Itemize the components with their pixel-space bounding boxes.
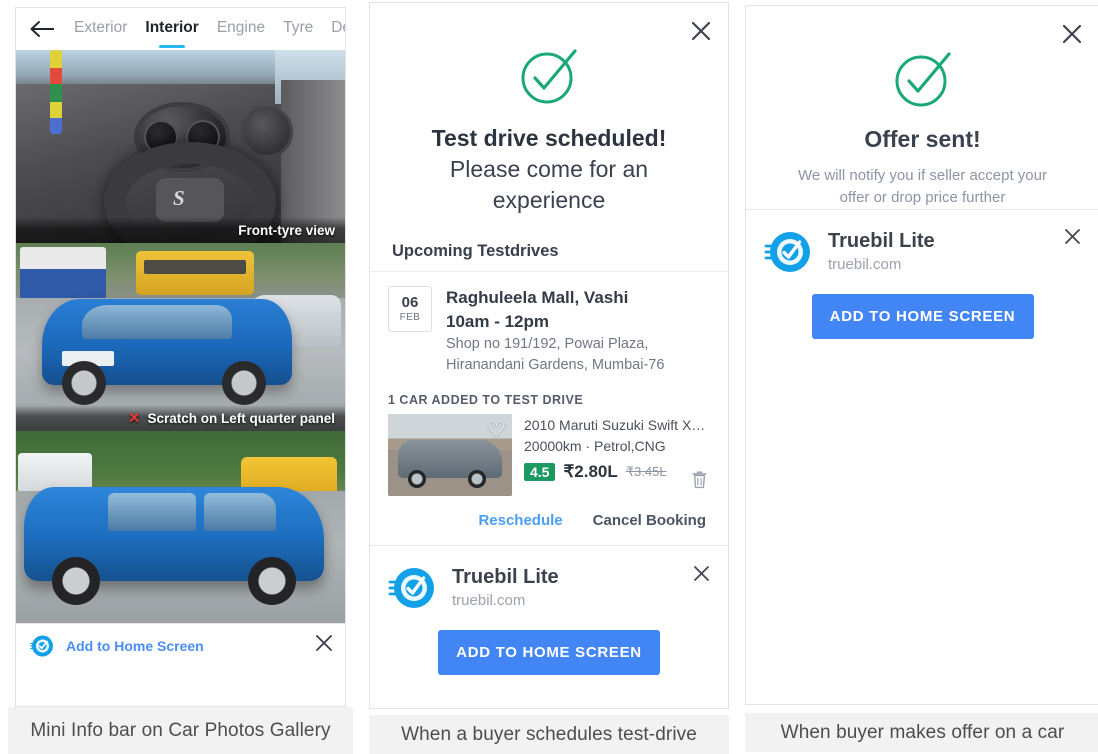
tab-engine[interactable]: Engine: [217, 19, 265, 39]
banner-app-text: Truebil Lite truebil.com: [452, 565, 559, 611]
close-icon[interactable]: [687, 17, 715, 45]
testdrive-actions: Reschedule Cancel Booking: [370, 496, 728, 545]
dialog-subtitle-line2: offer or drop price further: [839, 188, 1006, 206]
add-to-home-screen-button[interactable]: ADD TO HOME SCREEN: [811, 293, 1034, 339]
tab-tyre[interactable]: Tyre: [283, 19, 313, 39]
truebil-logo-icon: [764, 228, 812, 276]
gallery-tab-bar: Exterior Interior Engine Tyre Den: [16, 8, 345, 50]
banner-app-row: Truebil Lite truebil.com: [764, 228, 1081, 276]
photo-caption-2: ✕ Scratch on Left quarter panel: [16, 405, 345, 431]
gallery-photo-rear-quarter[interactable]: [16, 431, 345, 623]
banner-app-name: Truebil Lite: [828, 229, 935, 252]
close-icon[interactable]: [1058, 20, 1086, 48]
banner-app-domain: truebil.com: [828, 255, 902, 273]
date-month: FEB: [399, 311, 421, 323]
truebil-logo-icon: [30, 634, 54, 658]
photo-caption-1: Front-tyre view: [16, 217, 345, 243]
dialog-title-bold: Test drive scheduled!: [431, 125, 667, 151]
gallery-photo-exterior-scratch[interactable]: ✕ Scratch on Left quarter panel: [16, 243, 345, 431]
check-circle-icon: [521, 49, 577, 104]
offer-sent-dialog: Offer sent! We will notify you if seller…: [745, 5, 1098, 705]
front-wheel: [52, 557, 100, 605]
reschedule-button[interactable]: Reschedule: [478, 512, 562, 529]
hanging-ornament: [50, 50, 62, 134]
car-old-price: ₹3.45L: [625, 464, 667, 480]
banner-app-name: Truebil Lite: [452, 566, 559, 589]
screenshot-root: Exterior Interior Engine Tyre Den: [0, 0, 1098, 754]
car-price-row: 4.5 ₹2.80L ₹3.45L: [524, 462, 712, 482]
tab-exterior[interactable]: Exterior: [74, 19, 127, 39]
date-day: 06: [401, 294, 419, 312]
windshield: [82, 305, 232, 339]
close-icon[interactable]: [315, 634, 333, 657]
testdrive-place: Raghuleela Mall, Vashi: [446, 288, 629, 308]
dialog-title: Offer sent!: [864, 126, 981, 152]
check-circle-icon: [895, 52, 951, 107]
car-thumbnail[interactable]: ♡: [388, 414, 512, 497]
rear-wheel: [248, 557, 296, 605]
add-to-home-screen-button[interactable]: ADD TO HOME SCREEN: [438, 630, 660, 676]
panel-3-caption: When buyer makes offer on a car: [745, 713, 1098, 752]
front-wheel: [62, 361, 106, 405]
car-details: 2010 Maruti Suzuki Swift XLI... 20000km …: [524, 414, 712, 496]
testdrive-address-line1: Shop no 191/192, Powai Plaza,: [446, 335, 649, 352]
air-vent: [241, 106, 293, 158]
car-price: ₹2.80L: [563, 462, 618, 482]
infobar-label: Add to Home Screen: [66, 637, 204, 654]
banner-app-row: Truebil Lite truebil.com: [388, 564, 710, 612]
rear-door-window: [204, 493, 276, 531]
rating-badge: 4.5: [524, 463, 556, 482]
close-icon[interactable]: [690, 562, 712, 584]
brand-logo: S: [173, 186, 185, 210]
panel-1-caption: Mini Info bar on Car Photos Gallery: [8, 707, 353, 754]
tab-dents[interactable]: Den: [331, 19, 345, 39]
add-to-home-screen-banner: Truebil Lite truebil.com ADD TO HOME SCR…: [370, 545, 728, 698]
banner-app-text: Truebil Lite truebil.com: [828, 229, 935, 275]
car-name: 2010 Maruti Suzuki Swift XLI...: [524, 417, 712, 434]
testdrive-entry: 06 FEB Raghuleela Mall, Vashi 10am - 12p…: [370, 272, 728, 377]
add-to-home-screen-banner: Truebil Lite truebil.com ADD TO HOME SCR…: [746, 208, 1098, 361]
front-door-window: [108, 493, 196, 531]
gallery-photo-interior[interactable]: S Front-tyre view: [16, 50, 345, 243]
banner-app-domain: truebil.com: [452, 592, 526, 610]
phone-mock-gallery: Exterior Interior Engine Tyre Den: [15, 7, 346, 707]
close-icon[interactable]: [1061, 226, 1083, 248]
car-specs: 20000km · Petrol,CNG: [524, 438, 666, 455]
panel-2-caption: When a buyer schedules test-drive: [369, 715, 729, 754]
back-arrow-icon[interactable]: [30, 19, 56, 39]
photo-caption-text-1: Front-tyre view: [238, 222, 335, 238]
success-check-circle: [746, 6, 1098, 110]
add-to-home-screen-mini-infobar[interactable]: Add to Home Screen: [16, 623, 345, 667]
section-heading-upcoming: Upcoming Testdrives: [392, 242, 559, 261]
cars-added-heading: 1 CAR ADDED TO TEST DRIVE: [388, 393, 584, 408]
heart-icon[interactable]: ♡: [487, 419, 506, 440]
tab-interior[interactable]: Interior: [145, 19, 198, 39]
car-list-item[interactable]: ♡ 2010 Maruti Suzuki Swift XLI... 20000k…: [370, 414, 728, 497]
background-bus: [136, 251, 254, 295]
rear-wheel: [222, 361, 266, 405]
panel-offer-sent: Offer sent! We will notify you if seller…: [745, 0, 1098, 754]
background-truck: [20, 247, 106, 299]
date-badge: 06 FEB: [388, 286, 432, 333]
steering-hub: [156, 178, 224, 222]
testdrive-address-line2: Hiranandani Gardens, Mumbai-76: [446, 357, 665, 374]
truebil-logo-icon: [388, 564, 436, 612]
trash-icon[interactable]: [691, 470, 708, 494]
photo-caption-text-2: Scratch on Left quarter panel: [147, 410, 335, 426]
testdrive-dialog: Test drive scheduled! Please come for an…: [369, 2, 729, 709]
panel-photo-gallery: Exterior Interior Engine Tyre Den: [8, 0, 353, 754]
success-check-circle: [370, 3, 728, 107]
testdrive-time: 10am - 12pm: [446, 311, 549, 331]
dialog-subtitle-line1: We will notify you if seller accept your: [798, 167, 1047, 185]
cancel-booking-button[interactable]: Cancel Booking: [593, 512, 706, 529]
cross-icon: ✕: [127, 409, 141, 427]
panel-testdrive-scheduled: Test drive scheduled! Please come for an…: [369, 0, 729, 754]
testdrive-details: Raghuleela Mall, Vashi 10am - 12pm Shop …: [446, 286, 664, 377]
dialog-title-rest: Please come for an experience: [449, 156, 649, 214]
dialog-title: Test drive scheduled! Please come for an…: [370, 107, 728, 216]
